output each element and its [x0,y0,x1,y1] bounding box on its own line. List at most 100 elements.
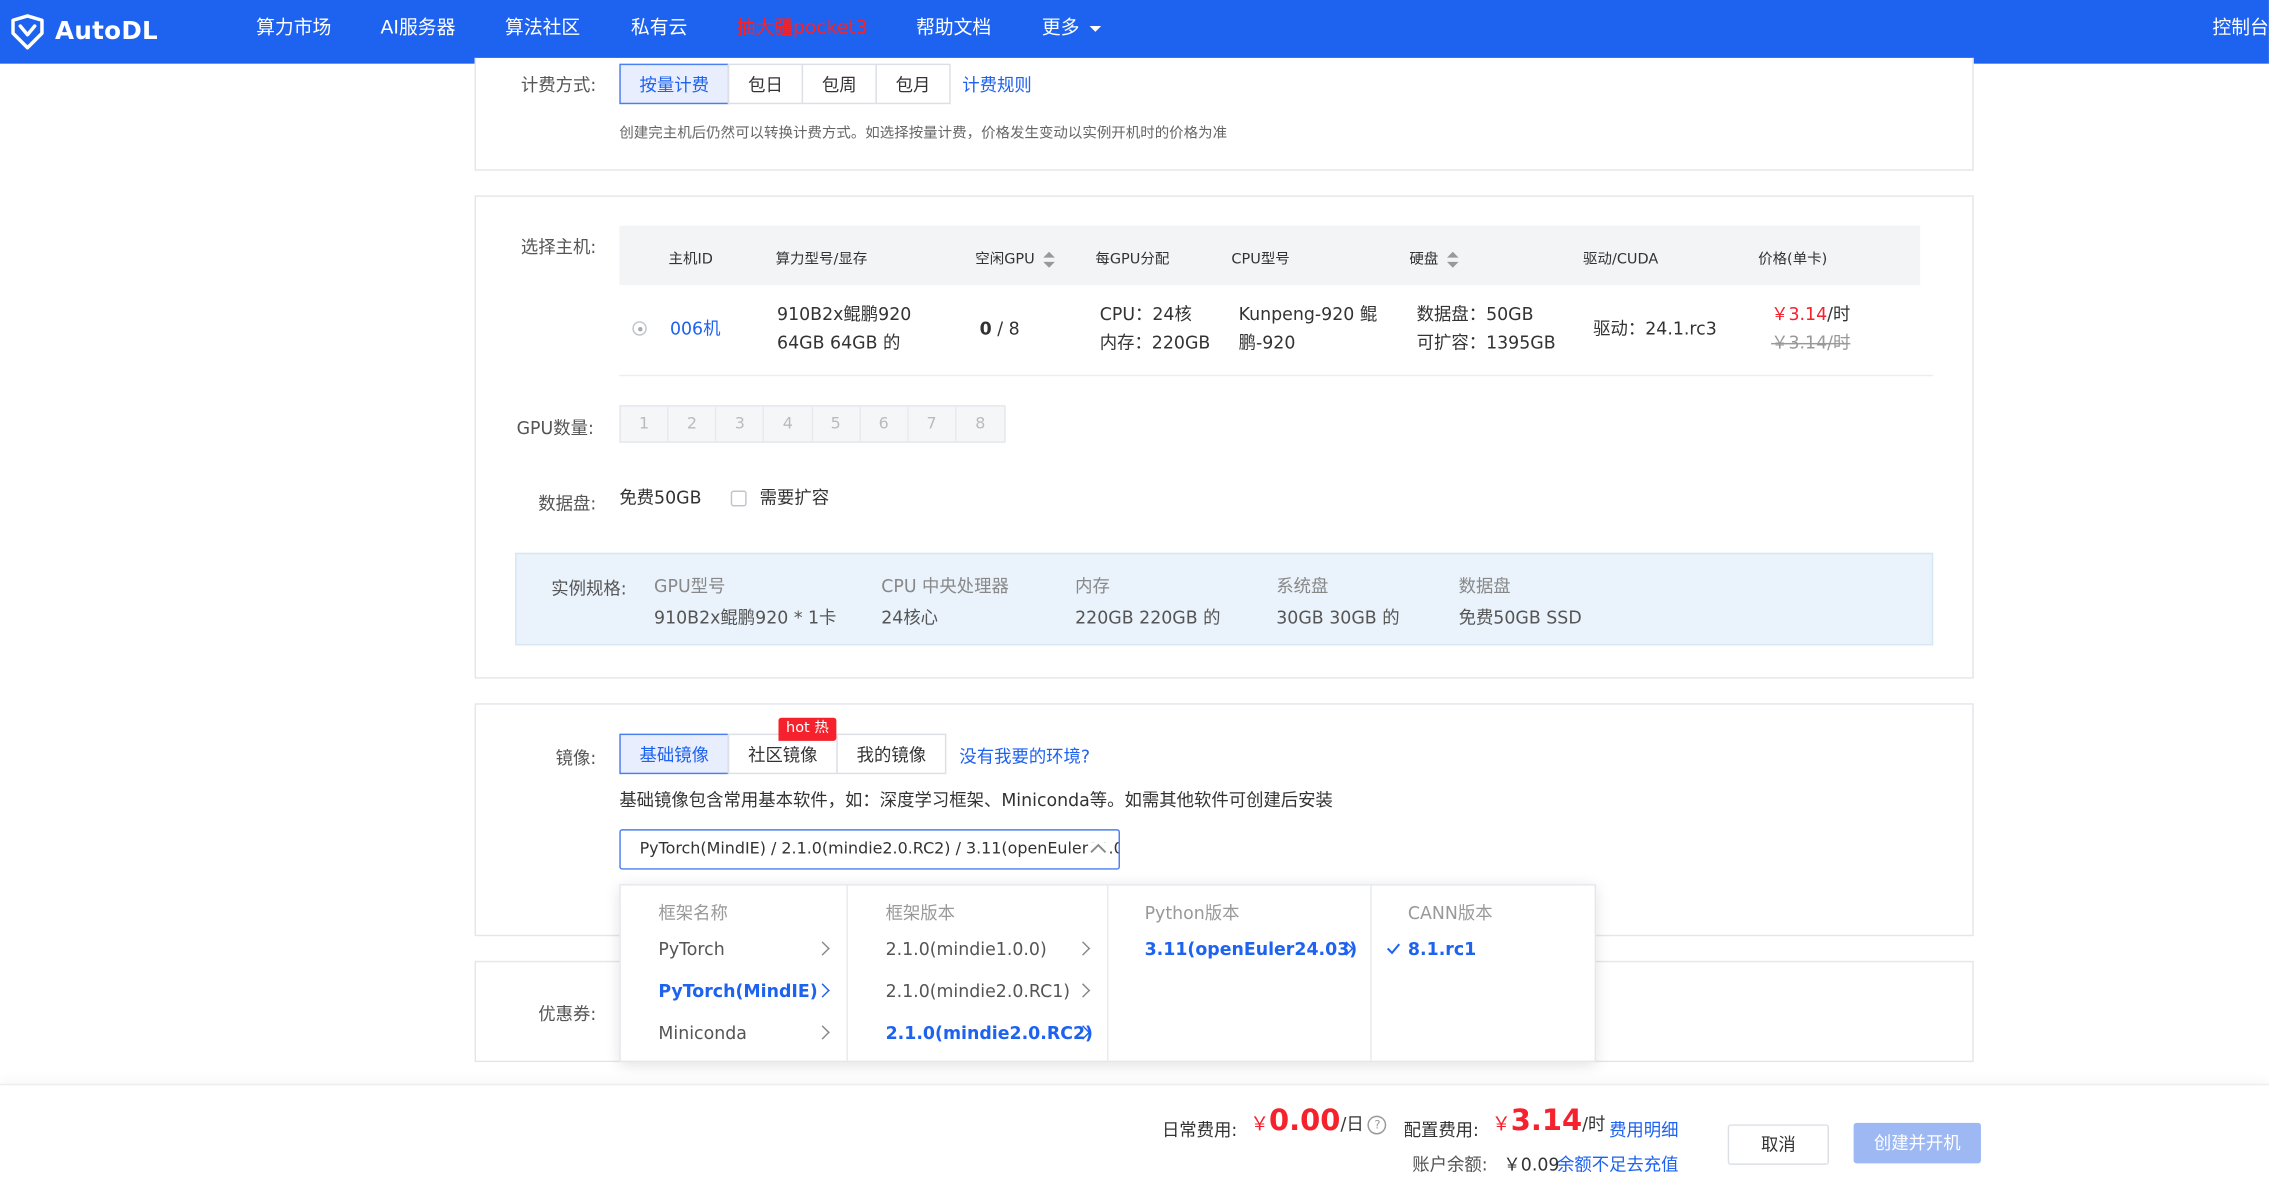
th-free-gpu[interactable]: 空闲GPU [975,246,1056,268]
spec-label: 实例规格: [551,578,627,600]
gpu-count-option[interactable]: 3 [717,406,765,442]
config-cost: ￥3.14/时 [1492,1103,1605,1138]
question-icon[interactable]: ? [1368,1115,1387,1135]
nav-help-docs[interactable]: 帮助文档 [916,0,991,64]
billing-hint: 创建完主机后仍然可以转换计费方式。如选择按量计费，价格发生变动以实例开机时的价格… [619,125,1228,142]
nav-private-cloud[interactable]: 私有云 [631,0,687,64]
cascader-option-selected[interactable]: 2.1.0(mindie2.0.RC2) [886,1023,1093,1043]
chevron-right-icon [815,1025,830,1040]
host-label: 选择主机: [520,237,597,258]
gpu-count-option[interactable]: 4 [765,406,813,442]
nav-console[interactable]: 控制台 [2212,0,2268,64]
gpu-count-option[interactable]: 6 [860,406,909,442]
config-cost-label: 配置费用: [1403,1119,1479,1141]
caret-down-icon [1089,25,1102,32]
total-gpu-count: / 8 [991,318,1020,339]
image-select[interactable]: PyTorch(MindIE) / 2.1.0(mindie2.0.RC2) /… [619,829,1120,870]
tab-base-image[interactable]: 基础镜像 [619,733,730,775]
config-cost-unit: /时 [1582,1114,1606,1135]
nav-more[interactable]: 更多 [1042,0,1103,64]
data-disk-value: 免费50GB [619,487,702,508]
th-model: 算力型号/显存 [775,251,868,268]
recharge-link[interactable]: 余额不足去充值 [1557,1152,1679,1177]
gpu-count-option[interactable]: 5 [812,406,861,442]
tab-daily[interactable]: 包日 [727,63,804,105]
cascader-option-selected[interactable]: 8.1.rc1 [1408,939,1476,959]
host-price-unit: /时 [1827,303,1851,325]
cascader-option[interactable]: 2.1.0(mindie2.0.RC1) [886,981,1071,1001]
gpu-count-label: GPU数量: [516,418,594,439]
cascader-col-python: Python版本 3.11(openEuler24.03) [1108,885,1372,1061]
nav-algorithm-community[interactable]: 算法社区 [505,0,580,64]
balance-label: 账户余额: [1412,1154,1488,1175]
host-model-line2: 64GB 64GB 的 [777,332,901,354]
cost-detail-link[interactable]: 费用明细 [1609,1117,1678,1142]
th-host-id: 主机ID [668,251,713,268]
host-id[interactable]: 006机 [670,314,721,343]
brand-logo[interactable]: AutoDL [9,12,158,53]
spec-gpu-header: GPU型号 [654,575,726,597]
th-disk-label: 硬盘 [1409,251,1439,268]
tab-my-image[interactable]: 我的镜像 [836,733,947,775]
tab-pay-as-you-go[interactable]: 按量计费 [619,63,730,105]
cascader-col-cann: CANN版本 8.1.rc1 [1372,886,1595,1061]
spec-mem-header: 内存 [1075,575,1110,597]
cascader-option[interactable]: 2.1.0(mindie1.0.0) [886,939,1047,959]
config-cost-value: 3.14 [1510,1102,1583,1138]
image-hint: 基础镜像包含常用基本软件，如：深度学习框架、Miniconda等。如需其他软件可… [619,790,1333,811]
gpu-count-selector: 1 2 3 4 5 6 7 8 [619,405,1006,443]
cascader-option[interactable]: PyTorch [658,939,724,959]
host-model-line1: 910B2x鲲鹏920 [777,303,912,325]
th-price: 价格(单卡) [1758,251,1828,268]
expand-label[interactable]: 需要扩容 [760,483,829,512]
cascader-option-selected[interactable]: 3.11(openEuler24.03) [1145,939,1358,959]
host-alloc-mem: 内存：220GB [1099,332,1211,354]
daily-cost-unit: /日 [1340,1114,1364,1135]
host-radio[interactable] [632,321,647,336]
tab-monthly[interactable]: 包月 [875,63,951,105]
cascader-option-selected[interactable]: PyTorch(MindIE) [658,981,817,1001]
billing-rules-link[interactable]: 计费规则 [962,72,1031,97]
host-table-header: 主机ID 算力型号/显存 空闲GPU 每GPU分配 CPU型号 硬盘 驱动/CU… [619,225,1921,286]
chevron-right-icon [815,941,830,956]
nav-promo-pocket3[interactable]: 抽大疆pocket3 [737,0,868,64]
sort-icon [1447,251,1459,267]
host-free-gpu: 0 / 8 [980,314,1020,343]
brand-name: AutoDL [54,17,159,47]
gpu-count-option[interactable]: 1 [621,406,669,442]
gpu-count-option[interactable]: 7 [908,406,957,442]
th-disk[interactable]: 硬盘 [1409,246,1459,268]
cascader-option[interactable]: Miniconda [658,1023,746,1043]
host-cpu-line1: Kunpeng-920 鲲 [1238,303,1378,325]
nav-more-label: 更多 [1041,17,1080,40]
image-cascader-dropdown: 框架名称 PyTorch PyTorch(MindIE) Miniconda 框… [619,884,1597,1063]
th-free-gpu-label: 空闲GPU [975,251,1035,268]
missing-env-link[interactable]: 没有我要的环境? [959,744,1090,769]
spec-mem-value: 220GB 220GB 的 [1075,607,1221,628]
host-price-old: ￥3.14/时 [1771,332,1851,354]
data-disk-label: 数据盘: [538,493,597,514]
daily-cost-label: 日常费用: [1161,1119,1238,1141]
spec-datadisk-header: 数据盘 [1458,575,1511,597]
coupon-label: 优惠券: [538,1004,597,1025]
nav-compute-market[interactable]: 算力市场 [256,0,331,64]
gpu-count-option[interactable]: 2 [669,406,717,442]
host-price-value: ￥3.14 [1771,303,1828,325]
host-price: ￥3.14/时 [1771,300,1850,329]
daily-cost: ￥0.00/日? [1250,1103,1387,1137]
spec-sysdisk-header: 系统盘 [1276,575,1329,597]
host-cpu-line2: 鹏-920 [1238,332,1296,354]
cancel-button[interactable]: 取消 [1727,1124,1830,1165]
spec-datadisk-value: 免费50GB SSD [1458,607,1582,628]
cascader-header: 框架版本 [885,902,956,924]
tab-weekly[interactable]: 包周 [801,63,877,105]
daily-currency: ￥ [1250,1114,1270,1136]
create-and-start-button[interactable]: 创建并开机 [1853,1122,1981,1164]
spec-cpu-value: 24核心 [881,607,939,628]
chevron-right-icon [1075,983,1091,998]
spec-sysdisk-value: 30GB 30GB 的 [1276,607,1400,628]
expand-checkbox[interactable] [730,490,747,507]
page: AutoDL 算力市场 AI服务器 算法社区 私有云 抽大疆pocket3 帮助… [0,0,2269,1201]
nav-ai-servers[interactable]: AI服务器 [381,0,456,64]
gpu-count-option[interactable]: 8 [956,407,1004,442]
